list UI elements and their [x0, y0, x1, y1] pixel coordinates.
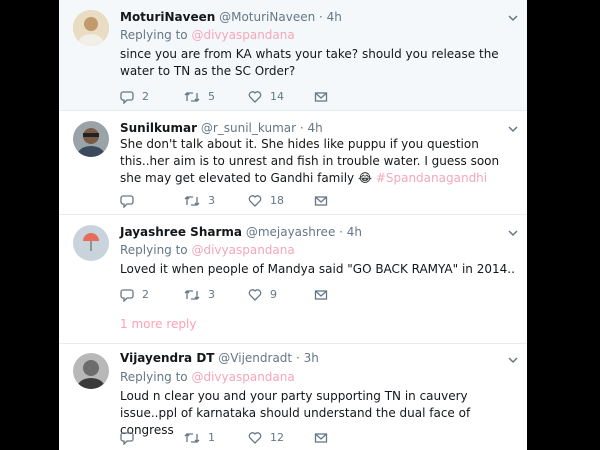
timestamp[interactable]: · 4h: [339, 225, 362, 239]
reply-icon: [120, 289, 134, 302]
tweet-actions: 1 12: [120, 430, 340, 446]
chevron-down-icon[interactable]: [507, 12, 519, 24]
user-handle[interactable]: @mejayashree: [246, 225, 336, 239]
message-icon: [314, 92, 328, 102]
message-icon: [314, 433, 328, 443]
replying-to: Replying to @divyaspandana: [120, 242, 295, 258]
message-icon: [314, 196, 328, 206]
avatar[interactable]: [73, 353, 109, 389]
like-icon: [248, 289, 262, 301]
mention-link[interactable]: @divyaspandana: [191, 243, 294, 257]
tweet[interactable]: Sunilkumar @r_sunil_kumar · 4h She don't…: [59, 111, 527, 215]
hashtag-link[interactable]: #Spandanagandhi: [376, 171, 487, 185]
reply-button[interactable]: [120, 430, 142, 446]
like-button[interactable]: 9: [248, 287, 277, 303]
timestamp[interactable]: · 4h: [319, 10, 342, 24]
retweet-count: 1: [208, 431, 215, 444]
display-name[interactable]: Vijayendra DT: [120, 351, 214, 365]
replying-to-label: Replying to: [120, 243, 192, 257]
like-button[interactable]: 12: [248, 430, 284, 446]
like-count: 18: [270, 194, 284, 207]
reply-count: 2: [142, 288, 149, 301]
tweet-text: since you are from KA whats your take? s…: [120, 47, 499, 78]
avatar-image: [73, 353, 109, 389]
retweet-button[interactable]: 3: [184, 287, 215, 303]
avatar[interactable]: [73, 10, 109, 46]
reply-icon: [120, 91, 134, 104]
replying-to: Replying to @divyaspandana: [120, 27, 295, 43]
tweet[interactable]: Vijayendra DT @Vijendradt · 3h Replying …: [59, 344, 527, 450]
retweet-button[interactable]: 5: [184, 89, 215, 105]
mention-link[interactable]: @divyaspandana: [191, 370, 294, 384]
user-handle[interactable]: @Vijendradt: [218, 351, 292, 365]
tweet-text: Loved it when people of Mandya said "GO …: [120, 262, 515, 276]
display-name[interactable]: MoturiNaveen: [120, 10, 215, 24]
message-button[interactable]: [314, 287, 328, 303]
tweet-header: Jayashree Sharma @mejayashree · 4h: [120, 224, 517, 240]
retweet-button[interactable]: 3: [184, 193, 215, 209]
retweet-icon: [184, 92, 200, 102]
timestamp[interactable]: · 3h: [296, 351, 319, 365]
timestamp[interactable]: · 4h: [300, 121, 323, 135]
chevron-down-icon[interactable]: [507, 354, 519, 366]
chevron-down-icon[interactable]: [507, 123, 519, 135]
like-count: 14: [270, 90, 284, 103]
emoji-laughing: 😂: [357, 171, 372, 185]
reply-button[interactable]: 2: [120, 287, 149, 303]
reply-button[interactable]: [120, 193, 142, 209]
replying-to-label: Replying to: [120, 28, 192, 42]
avatar-image: [73, 10, 109, 46]
avatar-image: [73, 121, 109, 157]
retweet-count: 5: [208, 90, 215, 103]
retweet-button[interactable]: 1: [184, 430, 215, 446]
avatar-image: [73, 225, 109, 261]
user-handle[interactable]: @r_sunil_kumar: [201, 121, 296, 135]
message-button[interactable]: [314, 89, 328, 105]
message-button[interactable]: [314, 193, 328, 209]
show-more-replies-link[interactable]: 1 more reply: [120, 316, 196, 332]
like-icon: [248, 432, 262, 444]
tweet-actions: 2 3 9: [120, 287, 340, 303]
retweet-count: 3: [208, 194, 215, 207]
message-icon: [314, 290, 328, 300]
display-name[interactable]: Jayashree Sharma: [120, 225, 242, 239]
tweet-text: She don't talk about it. She hides like …: [120, 136, 520, 187]
replying-to: Replying to @divyaspandana: [120, 369, 295, 385]
tweet-actions: 3 18: [120, 193, 340, 209]
retweet-icon: [184, 196, 200, 206]
like-icon: [248, 195, 262, 207]
like-icon: [248, 91, 262, 103]
retweet-icon: [184, 433, 200, 443]
reply-icon: [120, 432, 134, 445]
like-count: 9: [270, 288, 277, 301]
chevron-down-icon[interactable]: [507, 227, 519, 239]
user-handle[interactable]: @MoturiNaveen: [219, 10, 315, 24]
reply-icon: [120, 195, 134, 208]
avatar[interactable]: [73, 121, 109, 157]
tweet-header: MoturiNaveen @MoturiNaveen · 4h: [120, 9, 517, 25]
replying-to-label: Replying to: [120, 370, 192, 384]
like-button[interactable]: 18: [248, 193, 284, 209]
reply-feed: MoturiNaveen @MoturiNaveen · 4h Replying…: [59, 0, 527, 450]
retweet-count: 3: [208, 288, 215, 301]
message-button[interactable]: [314, 430, 328, 446]
tweet-header: Vijayendra DT @Vijendradt · 3h: [120, 350, 517, 366]
tweet-header: Sunilkumar @r_sunil_kumar · 4h: [120, 120, 517, 136]
avatar[interactable]: [73, 225, 109, 261]
mention-link[interactable]: @divyaspandana: [191, 28, 294, 42]
tweet[interactable]: MoturiNaveen @MoturiNaveen · 4h Replying…: [59, 0, 527, 111]
like-button[interactable]: 14: [248, 89, 284, 105]
tweet-actions: 2 5 14: [120, 89, 340, 105]
retweet-icon: [184, 290, 200, 300]
like-count: 12: [270, 431, 284, 444]
reply-count: 2: [142, 90, 149, 103]
display-name[interactable]: Sunilkumar: [120, 121, 197, 135]
reply-button[interactable]: 2: [120, 89, 149, 105]
